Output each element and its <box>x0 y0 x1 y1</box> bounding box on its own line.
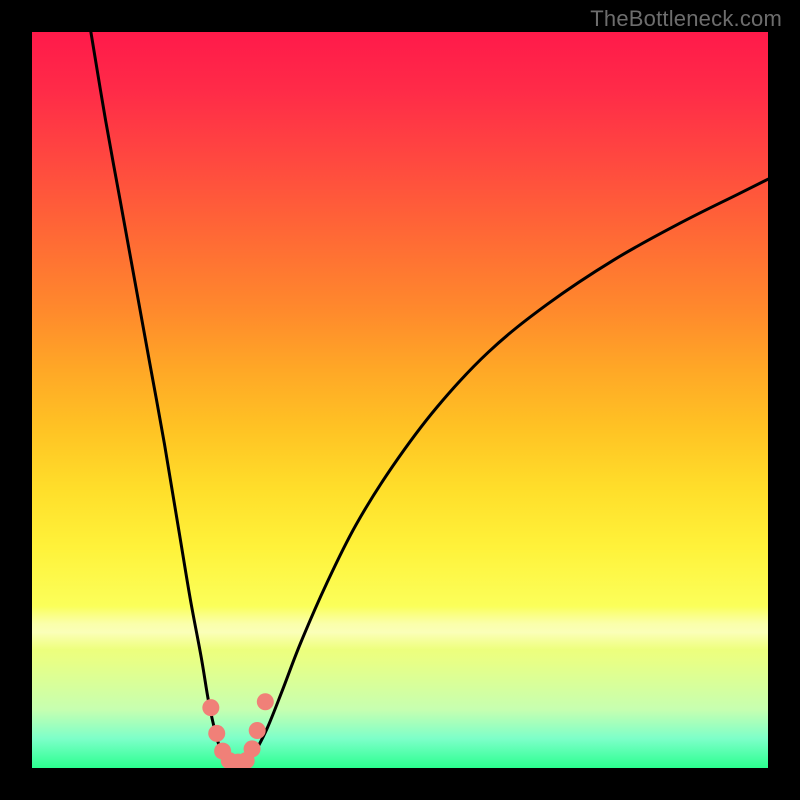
curve-layer <box>32 32 768 768</box>
valley-marker <box>208 725 225 742</box>
valley-marker <box>202 699 219 716</box>
watermark-text: TheBottleneck.com <box>590 6 782 32</box>
valley-marker <box>257 693 274 710</box>
chart-frame: TheBottleneck.com <box>0 0 800 800</box>
plot-area <box>32 32 768 768</box>
valley-marker <box>244 740 261 757</box>
bottleneck-curve <box>91 32 768 763</box>
valley-marker <box>249 722 266 739</box>
